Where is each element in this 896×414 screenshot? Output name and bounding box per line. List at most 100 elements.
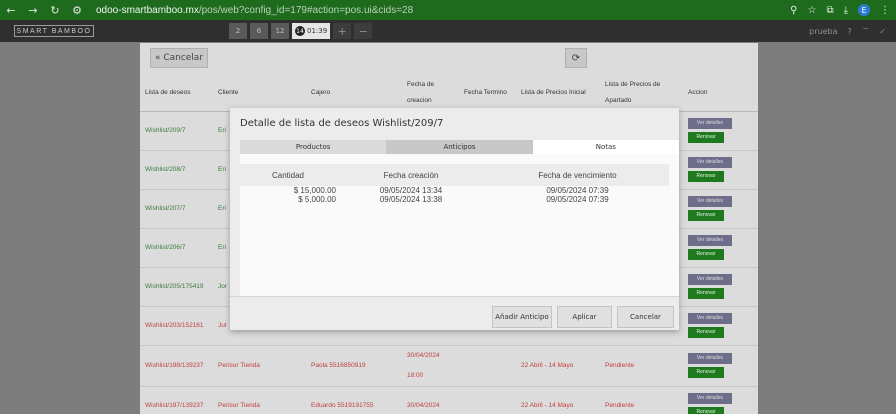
order-tab[interactable]: 6 xyxy=(250,23,268,39)
client-name: Perisur Tienda xyxy=(213,345,306,387)
order-tab[interactable]: 12 xyxy=(271,23,289,39)
table-row[interactable]: Wishlist/197/139237 Perisur Tienda Eduardo… xyxy=(140,386,758,414)
refresh-icon[interactable]: ⟳ xyxy=(565,48,587,68)
help-icon[interactable]: ? xyxy=(848,27,852,36)
col-header: Fecha creación xyxy=(383,170,439,180)
url-path: /pos/web?config_id=179#action=pos.ui&cid… xyxy=(198,4,414,16)
order-tab-active[interactable]: 14 01:39 xyxy=(292,23,331,39)
add-order-button[interactable]: + xyxy=(333,23,352,39)
renew-button[interactable]: Renovar xyxy=(688,327,724,338)
col-header: Accion xyxy=(683,75,758,112)
advance-row: $ 15,000.00 09/05/2024 13:34 09/05/2024 … xyxy=(240,186,669,195)
advance-row: $ 5,000.00 09/05/2024 13:38 09/05/2024 0… xyxy=(240,195,669,204)
row-actions: Ver detalles Renovar xyxy=(683,189,758,229)
tab-productos[interactable]: Productos xyxy=(240,140,387,154)
extensions-icon[interactable]: ⧉ xyxy=(826,5,833,16)
wifi-icon: ⌔ xyxy=(861,26,870,35)
wishlist-name: Wishlist/209/7 xyxy=(140,111,213,151)
download-icon[interactable]: ⤓ xyxy=(844,5,848,16)
col-header: Fecha de creacion xyxy=(402,75,459,112)
renew-button[interactable]: Renovar xyxy=(688,249,724,260)
row-actions: Ver detalles Renovar xyxy=(683,267,758,307)
advance-due: 09/05/2024 07:39 xyxy=(546,186,609,195)
pricelist-start: 22 Abril - 14 Mayo xyxy=(516,386,600,414)
wishlist-name: Wishlist/208/7 xyxy=(140,150,213,190)
client-name: Perisur Tienda xyxy=(213,386,306,414)
pricelist-start: 22 Abril - 14 Mayo xyxy=(516,345,600,387)
browser-menu-icon[interactable]: ⋮ xyxy=(880,5,890,16)
row-actions: Ver detalles Renovar xyxy=(683,386,758,414)
col-header: Lista de Precios Inicial xyxy=(516,75,600,112)
brand-logo: SMART BAMBOO xyxy=(14,25,94,37)
order-tab[interactable]: 2 xyxy=(229,23,247,39)
pos-header: SMART BAMBOO 2 6 12 14 01:39 + − prueba ?… xyxy=(0,20,896,42)
row-actions: Ver detalles Renovar xyxy=(683,111,758,151)
wishlist-name: Wishlist/198/139237 xyxy=(140,345,213,387)
reload-icon[interactable]: ↻ xyxy=(44,4,66,17)
view-details-button[interactable]: Ver detalles xyxy=(688,274,732,285)
advance-amount: $ 15,000.00 xyxy=(293,186,336,195)
col-header: Cantidad xyxy=(271,170,305,180)
cancel-button[interactable]: Cancelar xyxy=(617,306,674,328)
col-header: Fecha de vencimiento xyxy=(538,170,617,180)
bookmark-star-icon[interactable]: ☆ xyxy=(807,5,816,16)
view-details-button[interactable]: Ver detalles xyxy=(688,313,732,324)
remove-order-button[interactable]: − xyxy=(354,23,373,39)
wishlist-detail-modal: Detalle de lista de deseos Wishlist/209/… xyxy=(230,108,679,330)
tab-notas[interactable]: Notas xyxy=(532,140,679,154)
view-details-button[interactable]: Ver detalles xyxy=(688,157,732,168)
cashier-name: Paola 5516850919 xyxy=(306,345,402,387)
advances-header: Cantidad Fecha creación Fecha de vencimi… xyxy=(240,164,669,186)
sync-check-icon[interactable]: ✓ xyxy=(879,27,886,36)
row-actions: Ver detalles Renovar xyxy=(683,345,758,387)
view-details-button[interactable]: Ver detalles xyxy=(688,235,732,246)
wishlist-name: Wishlist/207/7 xyxy=(140,189,213,229)
renew-button[interactable]: Renovar xyxy=(688,407,724,414)
url-host: odoo-smartbamboo.mx xyxy=(96,4,199,16)
modal-footer: Añadir Anticipo Aplicar Cancelar xyxy=(230,296,679,330)
created-date: 30/04/2024 xyxy=(402,386,459,414)
modal-title: Detalle de lista de deseos Wishlist/209/… xyxy=(240,118,444,129)
row-actions: Ver detalles Renovar xyxy=(683,228,758,268)
wishlist-name: Wishlist/203/152161 xyxy=(140,306,213,346)
modal-tabs: Productos Anticipos Notas xyxy=(240,140,679,154)
order-tabs: 2 6 12 14 01:39 + − xyxy=(229,23,373,39)
advance-created: 09/05/2024 13:38 xyxy=(379,195,443,204)
pricelist-hold: Pendiente xyxy=(600,386,683,414)
cancel-back-button[interactable]: « Cancelar xyxy=(150,48,208,68)
tab-anticipos[interactable]: Anticipos xyxy=(386,140,533,154)
browser-toolbar: ← → ↻ ⚙ odoo-smartbamboo.mx/pos/web?conf… xyxy=(0,0,896,20)
cashier-name: Eduardo 5519191755 xyxy=(306,386,402,414)
col-header: Fecha Termino xyxy=(459,75,516,112)
view-details-button[interactable]: Ver detalles xyxy=(688,393,732,404)
renew-button[interactable]: Renovar xyxy=(688,367,724,378)
renew-button[interactable]: Renovar xyxy=(688,171,724,182)
profile-avatar[interactable]: E xyxy=(858,4,870,16)
renew-button[interactable]: Renovar xyxy=(688,210,724,221)
col-header: Lista de deseos xyxy=(140,75,213,112)
address-bar[interactable]: odoo-smartbamboo.mx/pos/web?config_id=17… xyxy=(96,5,413,16)
cashier-name[interactable]: prueba xyxy=(809,27,837,36)
renew-button[interactable]: Renovar xyxy=(688,288,724,299)
add-advance-button[interactable]: Añadir Anticipo xyxy=(492,306,552,328)
wishlist-name: Wishlist/206/7 xyxy=(140,228,213,268)
renew-button[interactable]: Renovar xyxy=(688,132,724,143)
advance-due: 09/05/2024 07:39 xyxy=(546,195,609,204)
view-details-button[interactable]: Ver detalles xyxy=(688,353,732,364)
view-details-button[interactable]: Ver detalles xyxy=(688,118,732,129)
back-icon[interactable]: ← xyxy=(0,4,22,17)
tab-content: Cantidad Fecha creación Fecha de vencimi… xyxy=(240,154,679,296)
order-time: 01:39 xyxy=(307,27,328,35)
view-details-button[interactable]: Ver detalles xyxy=(688,196,732,207)
forward-icon[interactable]: → xyxy=(22,4,44,17)
order-sequence: 14 xyxy=(295,26,305,36)
site-info-icon[interactable]: ⚙ xyxy=(66,4,88,17)
zoom-icon[interactable]: ⚲ xyxy=(790,5,797,16)
wishlist-name: Wishlist/205/175419 xyxy=(140,267,213,307)
pricelist-hold: Pendiente xyxy=(600,345,683,387)
col-header: Lista de Precios de Apartado xyxy=(600,75,683,112)
end-date xyxy=(459,386,516,414)
row-actions: Ver detalles Renovar xyxy=(683,306,758,346)
apply-button[interactable]: Aplicar xyxy=(557,306,612,328)
table-row[interactable]: Wishlist/198/139237 Perisur Tienda Paola 5… xyxy=(140,345,758,387)
